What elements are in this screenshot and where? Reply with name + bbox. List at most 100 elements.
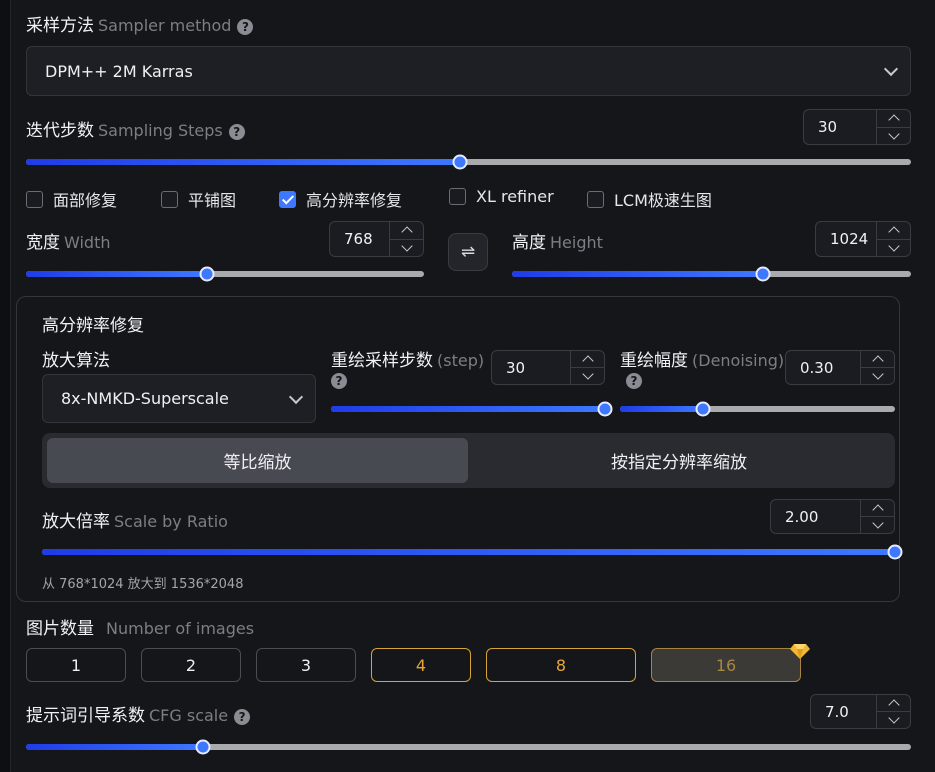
- stepper: [876, 110, 910, 144]
- scale-label-en: Scale by Ratio: [114, 512, 228, 531]
- slider-thumb[interactable]: [597, 401, 613, 417]
- increment-button[interactable]: [861, 351, 894, 367]
- slider-fill: [26, 271, 208, 277]
- width-label: 宽度 Width: [26, 228, 110, 253]
- chevron-up-icon: [400, 226, 413, 238]
- chevron-up-icon: [887, 114, 900, 126]
- decrement-button[interactable]: [861, 367, 894, 384]
- batch-option-16[interactable]: 16: [651, 648, 801, 682]
- increment-button[interactable]: [877, 110, 910, 127]
- help-icon[interactable]: ?: [234, 708, 251, 725]
- chevron-up-icon: [887, 699, 900, 711]
- sampler-select[interactable]: DPM++ 2M Karras: [26, 46, 911, 96]
- batch-option-4[interactable]: 4: [371, 648, 471, 682]
- decrement-button[interactable]: [861, 516, 894, 533]
- width-number-input[interactable]: 768: [329, 221, 424, 257]
- increment-button[interactable]: [861, 500, 894, 516]
- height-slider[interactable]: [512, 266, 911, 282]
- cfg-label: 提示词引导系数 CFG scale?: [26, 701, 251, 726]
- height-value[interactable]: 1024: [816, 230, 876, 248]
- increment-button[interactable]: [877, 222, 910, 239]
- cfg-label-cn: 提示词引导系数: [26, 706, 145, 726]
- stepper: [876, 222, 910, 256]
- scale-input[interactable]: 2.00: [770, 499, 895, 534]
- batch-option-3[interactable]: 3: [256, 648, 356, 682]
- batch-option-1[interactable]: 1: [26, 648, 126, 682]
- decrement-button[interactable]: [877, 238, 910, 257]
- slider-thumb[interactable]: [887, 544, 903, 560]
- increment-button[interactable]: [571, 351, 604, 367]
- hires-steps-slider[interactable]: [331, 401, 613, 417]
- checkbox[interactable]: [26, 190, 43, 208]
- denoising-input[interactable]: 0.30: [785, 350, 895, 385]
- slider-thumb[interactable]: [195, 739, 211, 755]
- option-label: 面部修复: [53, 191, 118, 210]
- denoising-slider[interactable]: [620, 401, 895, 417]
- cfg-value[interactable]: 7.0: [811, 703, 876, 721]
- denoising-label-en: (Denoising): [692, 351, 785, 370]
- upscaler-select[interactable]: 8x-NMKD-Superscale: [42, 374, 316, 423]
- slider-thumb[interactable]: [695, 401, 710, 417]
- steps-slider[interactable]: [26, 154, 911, 170]
- swap-dimensions-button[interactable]: ⇌: [448, 233, 488, 271]
- checkbox[interactable]: [587, 190, 604, 208]
- chevron-down-icon: [871, 368, 884, 380]
- height-label-en: Height: [550, 233, 603, 252]
- width-value[interactable]: 768: [330, 230, 389, 248]
- height-number-input[interactable]: 1024: [815, 221, 911, 257]
- chevron-down-icon: [883, 61, 899, 77]
- tab-scale-ratio[interactable]: 等比缩放: [47, 438, 468, 483]
- checkbox[interactable]: [161, 190, 178, 208]
- chevron-up-icon: [887, 226, 900, 238]
- hires-steps-value[interactable]: 30: [492, 359, 570, 377]
- batch-option-2[interactable]: 2: [141, 648, 241, 682]
- option-lcm[interactable]: LCM极速生图: [587, 187, 712, 211]
- cfg-slider[interactable]: [26, 739, 911, 755]
- option-face-restore[interactable]: 面部修复: [26, 187, 117, 211]
- slider-thumb[interactable]: [199, 266, 215, 282]
- decrement-button[interactable]: [877, 711, 910, 728]
- hires-title: 高分辨率修复: [42, 316, 144, 336]
- cfg-input[interactable]: 7.0: [810, 694, 911, 729]
- stepper: [860, 351, 894, 384]
- batch-option-8[interactable]: 8: [486, 648, 636, 682]
- slider-thumb[interactable]: [755, 266, 771, 282]
- slider-fill: [42, 549, 895, 555]
- help-icon[interactable]: ?: [228, 123, 245, 140]
- help-icon[interactable]: ?: [237, 18, 254, 35]
- checkbox[interactable]: [449, 188, 466, 205]
- steps-number-input[interactable]: 30: [803, 109, 911, 145]
- stepper: [876, 695, 910, 728]
- steps-label-cn: 迭代步数: [26, 121, 94, 141]
- hires-steps-label-en: (step): [437, 351, 485, 370]
- steps-label: 迭代步数 Sampling Steps?: [26, 116, 245, 141]
- checkbox[interactable]: [279, 190, 296, 208]
- scale-value[interactable]: 2.00: [771, 508, 860, 526]
- help-icon[interactable]: ?: [331, 373, 347, 389]
- steps-label-en: Sampling Steps: [98, 121, 223, 140]
- cfg-label-en: CFG scale: [149, 706, 229, 725]
- slider-thumb[interactable]: [452, 154, 468, 170]
- tab-scale-resolution[interactable]: 按指定分辨率缩放: [468, 438, 890, 483]
- decrement-button[interactable]: [571, 367, 604, 384]
- option-xl-refiner[interactable]: XL refiner: [449, 187, 554, 206]
- option-label: XL refiner: [476, 187, 554, 206]
- increment-button[interactable]: [877, 695, 910, 711]
- width-slider[interactable]: [26, 266, 424, 282]
- increment-button[interactable]: [390, 222, 423, 239]
- decrement-button[interactable]: [877, 126, 910, 145]
- decrement-button[interactable]: [390, 238, 423, 257]
- scale-slider[interactable]: [42, 544, 903, 560]
- chevron-down-icon: [581, 368, 594, 380]
- denoising-value[interactable]: 0.30: [786, 359, 860, 377]
- option-tiling[interactable]: 平铺图: [161, 187, 236, 211]
- option-hires-fix[interactable]: 高分辨率修复: [279, 187, 402, 211]
- sampler-value: DPM++ 2M Karras: [45, 61, 193, 81]
- scale-summary: 从 768*1024 放大到 1536*2048: [42, 577, 244, 592]
- diamond-icon: [790, 644, 810, 659]
- steps-value[interactable]: 30: [804, 118, 876, 136]
- chevron-up-icon: [581, 355, 594, 367]
- hires-steps-input[interactable]: 30: [491, 350, 605, 385]
- help-icon[interactable]: ?: [626, 373, 642, 389]
- chevron-up-icon: [871, 355, 884, 367]
